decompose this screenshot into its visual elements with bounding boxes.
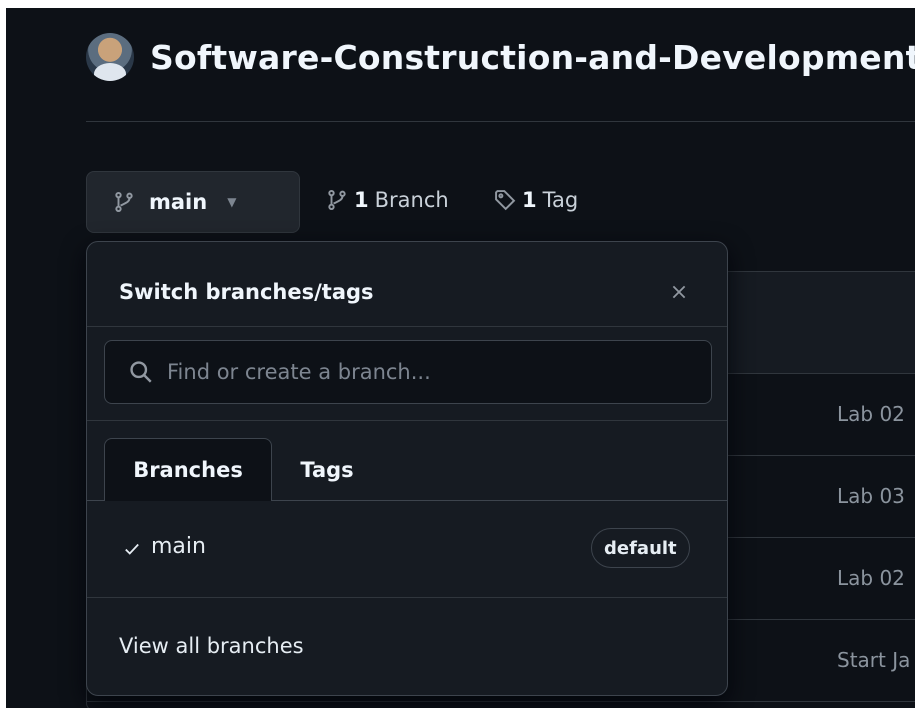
view-all-branches-link[interactable]: View all branches	[119, 634, 304, 658]
tag-icon	[494, 189, 516, 211]
triangle-down-icon: ▼	[227, 195, 237, 209]
owner-avatar[interactable]	[86, 33, 134, 81]
tag-count-label: Tag	[542, 188, 579, 212]
tab-tags[interactable]: Tags	[277, 438, 377, 501]
search-icon	[129, 360, 153, 384]
git-branch-icon	[113, 190, 135, 214]
commit-message[interactable]: Lab 02	[837, 566, 905, 590]
commit-message[interactable]: Lab 03	[837, 484, 905, 508]
commit-message[interactable]: Start Ja	[837, 648, 910, 672]
dropdown-divider	[87, 420, 727, 421]
tag-count: 1	[522, 188, 537, 212]
tags-count-link[interactable]: 1 Tag	[494, 188, 578, 212]
tab-underline	[87, 500, 104, 501]
git-branch-icon	[326, 188, 348, 212]
github-repo-page: Software-Construction-and-Development ma…	[6, 8, 915, 708]
branch-item-main[interactable]: main default	[87, 502, 727, 597]
dropdown-divider	[87, 597, 727, 598]
branch-search-input[interactable]	[167, 360, 667, 384]
default-badge: default	[591, 528, 690, 568]
dropdown-divider	[87, 326, 727, 327]
close-icon	[670, 283, 688, 301]
branch-count-label: Branch	[374, 188, 449, 212]
repo-header: Software-Construction-and-Development	[86, 33, 915, 81]
branches-count-link[interactable]: 1 Branch	[326, 188, 449, 212]
commit-message[interactable]: Lab 02	[837, 402, 905, 426]
close-button[interactable]	[665, 278, 693, 306]
branch-count: 1	[354, 188, 369, 212]
check-icon	[123, 540, 141, 558]
branch-selector-button[interactable]: main ▼	[86, 171, 300, 233]
current-branch-label: main	[149, 190, 208, 214]
branch-name: main	[151, 534, 206, 559]
branch-search-box[interactable]	[104, 340, 712, 404]
repo-title[interactable]: Software-Construction-and-Development	[150, 38, 915, 77]
switch-branches-dropdown: Switch branches/tags Branches Tags	[86, 241, 728, 696]
tab-branches[interactable]: Branches	[104, 438, 272, 501]
header-divider	[86, 121, 915, 122]
dropdown-title: Switch branches/tags	[119, 280, 374, 304]
